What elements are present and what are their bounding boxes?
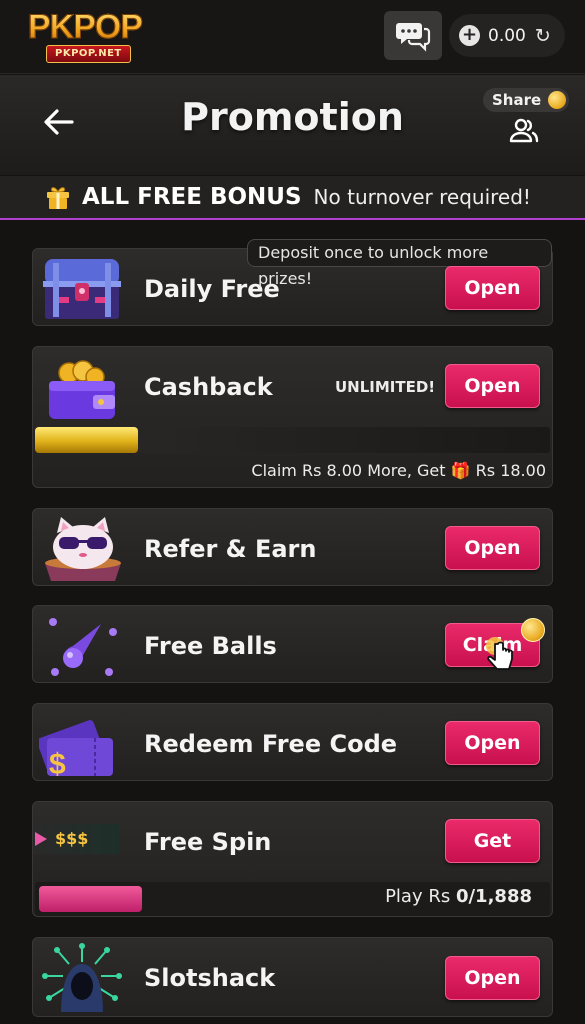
cashback-note-reward: Rs 18.00 bbox=[475, 461, 546, 480]
promo-card-free-balls[interactable]: Free Balls Claim bbox=[32, 605, 553, 683]
daily-free-open-button[interactable]: Open bbox=[445, 266, 540, 310]
logo-subtext: PKPOP.NET bbox=[46, 45, 131, 63]
deposit-tip: Deposit once to unlock more prizes! bbox=[247, 239, 552, 288]
refer-earn-label: Refer & Earn bbox=[144, 535, 317, 563]
balance-value: 0.00 bbox=[488, 25, 526, 46]
spin-ticket-icon: $$$ bbox=[33, 824, 119, 854]
promo-card-refer-earn[interactable]: Refer & Earn Open bbox=[32, 508, 553, 586]
balance-pill[interactable]: + 0.00 ↻ bbox=[449, 14, 565, 57]
chat-icon bbox=[396, 22, 431, 52]
share-badge[interactable]: Share bbox=[483, 88, 570, 112]
free-bonus-banner: ALL FREE BONUS No turnover required! bbox=[0, 176, 585, 220]
cashback-open-button[interactable]: Open bbox=[445, 364, 540, 408]
promo-card-daily-free[interactable]: Daily Free Deposit once to unlock more p… bbox=[32, 239, 553, 326]
redeem-code-open-button[interactable]: Open bbox=[445, 721, 540, 765]
pkpop-logo[interactable]: PKPOP PKPOP.NET bbox=[27, 8, 168, 64]
promo-card-free-spin[interactable]: $$$ Free Spin Get Play Rs 0/1,888 bbox=[32, 801, 553, 917]
play-prefix: Play Rs bbox=[385, 886, 451, 907]
free-balls-label: Free Balls bbox=[144, 632, 277, 660]
unlimited-badge: UNLIMITED! bbox=[335, 378, 436, 396]
promo-card-slotshack[interactable]: Slotshack Open bbox=[32, 937, 553, 1017]
spin-ticket-text: $$$ bbox=[55, 829, 89, 848]
pointer-hand-icon bbox=[486, 637, 513, 670]
bonus-title: ALL FREE BONUS bbox=[82, 184, 302, 210]
comet-ball-icon bbox=[49, 618, 117, 676]
slotshack-open-button[interactable]: Open bbox=[445, 956, 540, 1000]
refer-earn-open-button[interactable]: Open bbox=[445, 526, 540, 570]
cashback-note: Claim Rs 8.00 More, Get 🎁 Rs 18.00 bbox=[251, 461, 546, 480]
promo-card-redeem-code[interactable]: $ Redeem Free Code Open bbox=[32, 703, 553, 781]
lucky-cat-icon bbox=[45, 517, 121, 581]
cashback-label: Cashback bbox=[144, 373, 273, 401]
cashback-progress-bar bbox=[35, 427, 550, 453]
ticket-icon: $ bbox=[39, 720, 113, 778]
promo-card-cashback[interactable]: Cashback UNLIMITED! Open Claim Rs 8.00 M… bbox=[32, 346, 553, 488]
coin-icon bbox=[521, 618, 545, 642]
treasure-chest-icon bbox=[43, 259, 121, 319]
refresh-icon[interactable]: ↻ bbox=[535, 25, 551, 47]
redeem-code-label: Redeem Free Code bbox=[144, 730, 398, 758]
hacker-hood-icon bbox=[42, 943, 122, 1012]
svg-text:$: $ bbox=[49, 748, 66, 778]
slotshack-label: Slotshack bbox=[144, 964, 276, 992]
wallet-coins-icon bbox=[49, 360, 115, 419]
add-funds-icon[interactable]: + bbox=[459, 25, 480, 46]
share-label: Share bbox=[492, 91, 542, 109]
free-spin-label: Free Spin bbox=[144, 828, 272, 856]
bonus-subtitle: No turnover required! bbox=[313, 185, 531, 209]
top-bar: PKPOP PKPOP.NET + 0.00 ↻ bbox=[0, 0, 585, 74]
play-arrow-icon bbox=[35, 832, 47, 846]
free-spin-get-button[interactable]: Get bbox=[445, 819, 540, 863]
cashback-progress-fill bbox=[35, 427, 138, 453]
page-header: Promotion Share bbox=[0, 75, 585, 175]
coin-icon bbox=[548, 91, 567, 109]
free-spin-progress-fill bbox=[39, 886, 142, 912]
chat-button[interactable] bbox=[384, 11, 442, 60]
logo-text: PKPOP bbox=[27, 8, 143, 47]
play-value: 0/1,888 bbox=[455, 886, 532, 907]
play-requirement: Play Rs 0/1,888 bbox=[385, 886, 532, 907]
gift-small-icon: 🎁 bbox=[450, 461, 471, 480]
users-icon[interactable] bbox=[509, 117, 539, 143]
gift-icon bbox=[47, 187, 69, 209]
cashback-note-prefix: Claim Rs 8.00 More, Get bbox=[251, 461, 446, 480]
